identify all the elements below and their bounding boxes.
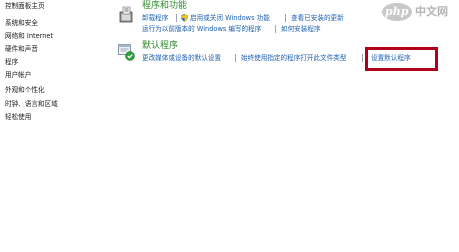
watermark: php 中文网 (382, 3, 456, 21)
sidebar-item-system-security[interactable]: 系统和安全 (5, 19, 38, 27)
programs-features-title[interactable]: 程序和功能 (142, 1, 187, 12)
windows-features-link[interactable]: 启用或关闭 Windows 功能 (190, 14, 270, 22)
link-separator (285, 14, 286, 22)
default-programs-title[interactable]: 默认程序 (142, 41, 178, 52)
how-to-install-link[interactable]: 如何安装程序 (281, 25, 321, 33)
default-programs-icon[interactable] (118, 44, 135, 61)
media-autoplay-defaults-link[interactable]: 更改媒体或设备的默认设置 (142, 54, 221, 62)
uninstall-program-link[interactable]: 卸载程序 (142, 14, 168, 22)
link-separator (362, 54, 363, 62)
watermark-text: 中文网 (415, 5, 448, 18)
watermark-logo: php (382, 3, 412, 21)
sidebar-item-user-accounts[interactable]: 用户帐户 (5, 71, 31, 79)
sidebar-item-clock-region[interactable]: 时钟、语言和区域 (5, 100, 58, 108)
open-with-file-type-link[interactable]: 始终使用指定的程序打开此文件类型 (241, 54, 347, 62)
sidebar-item-ease-of-access[interactable]: 轻松使用 (5, 113, 31, 121)
watermark-logo-text: php (385, 5, 409, 18)
highlight-box (365, 47, 438, 71)
link-separator (176, 14, 177, 22)
sidebar-item-appearance[interactable]: 外观和个性化 (5, 86, 45, 94)
programs-features-icon[interactable] (118, 6, 135, 23)
sidebar-item-control-panel-home[interactable]: 控制面板主页 (5, 2, 45, 10)
installed-updates-link[interactable]: 查看已安装的更新 (291, 14, 344, 22)
sidebar-item-programs[interactable]: 程序 (5, 58, 18, 66)
sidebar-item-hardware-sound[interactable]: 硬件和声音 (5, 45, 38, 53)
uac-shield-icon (181, 14, 188, 22)
link-separator (275, 25, 276, 33)
sidebar-item-network-internet[interactable]: 网络和 Internet (5, 32, 53, 40)
program-compatibility-link[interactable]: 运行为以前版本的 Windows 编写的程序 (142, 25, 261, 33)
control-panel-window: 控制面板主页 系统和安全 网络和 Internet 硬件和声音 程序 用户帐户 … (0, 0, 459, 252)
link-separator (235, 54, 236, 62)
